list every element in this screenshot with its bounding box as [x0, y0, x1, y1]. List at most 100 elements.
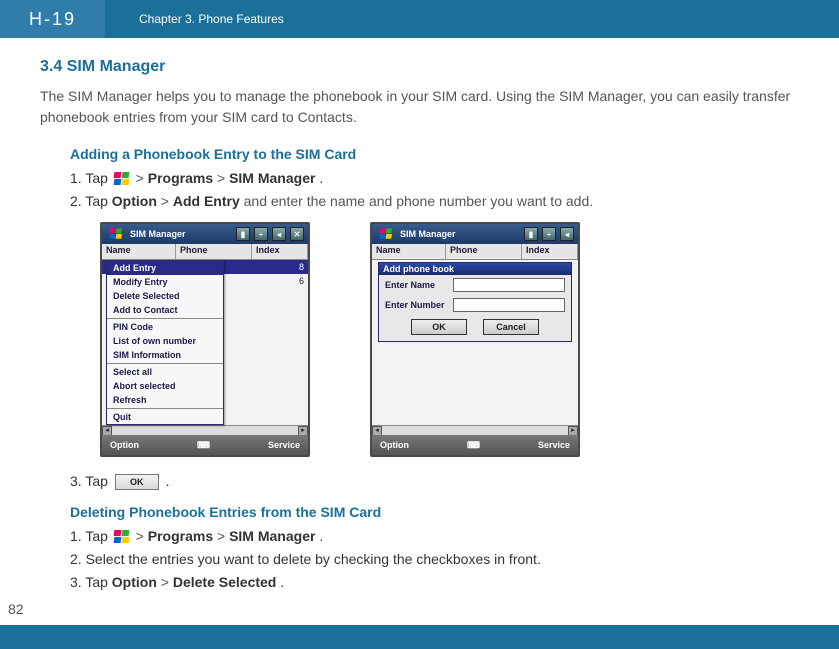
- add-step-3: 3. Tap OK .: [70, 471, 799, 492]
- dialog-row-number: Enter Number: [379, 295, 571, 315]
- menu-refresh[interactable]: Refresh: [107, 393, 223, 407]
- cell-index: 6: [252, 276, 308, 286]
- text: >: [161, 574, 173, 590]
- windows-start-icon: [114, 172, 130, 186]
- menu-sim-info[interactable]: SIM Information: [107, 348, 223, 362]
- network-icon[interactable]: ÷: [254, 227, 268, 241]
- col-index[interactable]: Index: [522, 244, 578, 259]
- delete-entry-section: Deleting Phonebook Entries from the SIM …: [70, 504, 799, 593]
- text-add-entry: Add Entry: [173, 193, 240, 209]
- close-icon[interactable]: ✕: [290, 227, 304, 241]
- text: and enter the name and phone number you …: [244, 193, 593, 209]
- text-delete-selected: Delete Selected: [173, 574, 277, 590]
- softkey-bar: Option ⌨ Service: [102, 435, 308, 455]
- softkey-service[interactable]: Service: [268, 440, 300, 450]
- menu-select-all[interactable]: Select all: [107, 365, 223, 379]
- window-title: SIM Manager: [130, 229, 232, 239]
- add-entry-section-cont: 3. Tap OK .: [70, 471, 799, 492]
- delete-entry-title: Deleting Phonebook Entries from the SIM …: [70, 504, 799, 520]
- add-phonebook-dialog: Add phone book Enter Name Enter Number O…: [378, 262, 572, 342]
- signal-icon[interactable]: ▮: [524, 227, 538, 241]
- menu-own-number[interactable]: List of own number: [107, 334, 223, 348]
- menu-add-entry[interactable]: Add Entry: [107, 261, 223, 275]
- col-name[interactable]: Name: [372, 244, 446, 259]
- window-titlebar: SIM Manager ▮ ÷ ◂ ✕: [102, 224, 308, 244]
- dialog-buttons: OK Cancel: [379, 315, 571, 341]
- column-headers: Name Phone Index: [102, 244, 308, 260]
- text: 2. Tap: [70, 193, 112, 209]
- cell-index: 8: [252, 262, 308, 272]
- text: 3. Tap: [70, 473, 112, 489]
- text-sim-manager: SIM Manager: [229, 528, 315, 544]
- dialog-title: Add phone book: [379, 263, 571, 275]
- text-sim-manager: SIM Manager: [229, 170, 315, 186]
- keyboard-icon[interactable]: ⌨: [197, 440, 210, 451]
- text: >: [136, 528, 148, 544]
- col-phone[interactable]: Phone: [446, 244, 522, 259]
- softkey-option[interactable]: Option: [110, 440, 139, 450]
- section-intro: The SIM Manager helps you to manage the …: [40, 86, 799, 128]
- windows-start-icon[interactable]: [380, 228, 393, 239]
- dialog-row-name: Enter Name: [379, 275, 571, 295]
- input-enter-number[interactable]: [453, 298, 565, 312]
- delete-step-3: 3. Tap Option > Delete Selected .: [70, 572, 799, 593]
- menu-add-contact[interactable]: Add to Contact: [107, 303, 223, 317]
- add-entry-section: Adding a Phonebook Entry to the SIM Card…: [70, 146, 799, 212]
- col-name[interactable]: Name: [102, 244, 176, 259]
- ok-button[interactable]: OK: [411, 319, 467, 335]
- col-index[interactable]: Index: [252, 244, 308, 259]
- text: .: [280, 574, 284, 590]
- volume-icon[interactable]: ◂: [560, 227, 574, 241]
- text: 3. Tap: [70, 574, 112, 590]
- menu-abort-selected[interactable]: Abort selected: [107, 379, 223, 393]
- text: >: [136, 170, 148, 186]
- menu-quit[interactable]: Quit: [107, 410, 223, 424]
- volume-icon[interactable]: ◂: [272, 227, 286, 241]
- window-title: SIM Manager: [400, 229, 520, 239]
- header-bar: H-19 Chapter 3. Phone Features: [0, 0, 839, 38]
- label-enter-name: Enter Name: [385, 280, 447, 290]
- softkey-option[interactable]: Option: [380, 440, 409, 450]
- page-content: 3.4 SIM Manager The SIM Manager helps yo…: [0, 38, 839, 593]
- option-menu: Add Entry Modify Entry Delete Selected A…: [106, 260, 224, 425]
- softkey-bar: Option ⌨ Service: [372, 435, 578, 455]
- text-option: Option: [112, 193, 157, 209]
- input-enter-name[interactable]: [453, 278, 565, 292]
- logo: H-19: [0, 0, 105, 38]
- add-step-2: 2. Tap Option > Add Entry and enter the …: [70, 191, 799, 212]
- footer-bar: [0, 625, 839, 649]
- col-phone[interactable]: Phone: [176, 244, 252, 259]
- ok-button-inline: OK: [115, 474, 159, 490]
- menu-pin-code[interactable]: PIN Code: [107, 320, 223, 334]
- text-option: Option: [112, 574, 157, 590]
- menu-delete-selected[interactable]: Delete Selected: [107, 289, 223, 303]
- text: .: [166, 473, 170, 489]
- add-entry-title: Adding a Phonebook Entry to the SIM Card: [70, 146, 799, 162]
- text: .: [319, 170, 323, 186]
- cancel-button[interactable]: Cancel: [483, 319, 539, 335]
- text-programs: Programs: [148, 528, 213, 544]
- text: >: [217, 528, 229, 544]
- page-number: 82: [8, 601, 24, 617]
- windows-start-icon[interactable]: [110, 228, 123, 239]
- delete-step-1: 1. Tap > Programs > SIM Manager .: [70, 526, 799, 547]
- label-enter-number: Enter Number: [385, 300, 447, 310]
- text: >: [161, 193, 173, 209]
- add-step-1: 1. Tap > Programs > SIM Manager .: [70, 168, 799, 189]
- screenshot-sim-manager-menu: SIM Manager ▮ ÷ ◂ ✕ Name Phone Index Arn…: [100, 222, 310, 457]
- keyboard-icon[interactable]: ⌨: [467, 440, 480, 451]
- column-headers: Name Phone Index: [372, 244, 578, 260]
- delete-step-2: 2. Select the entries you want to delete…: [70, 549, 799, 570]
- horizontal-scrollbar[interactable]: ◂ ▸: [372, 425, 578, 435]
- text: >: [217, 170, 229, 186]
- signal-icon[interactable]: ▮: [236, 227, 250, 241]
- text-programs: Programs: [148, 170, 213, 186]
- network-icon[interactable]: ÷: [542, 227, 556, 241]
- text: 1. Tap: [70, 170, 112, 186]
- softkey-service[interactable]: Service: [538, 440, 570, 450]
- horizontal-scrollbar[interactable]: ◂ ▸: [102, 425, 308, 435]
- window-titlebar: SIM Manager ▮ ÷ ◂: [372, 224, 578, 244]
- menu-modify-entry[interactable]: Modify Entry: [107, 275, 223, 289]
- list-body: Add phone book Enter Name Enter Number O…: [372, 260, 578, 425]
- text: .: [319, 528, 323, 544]
